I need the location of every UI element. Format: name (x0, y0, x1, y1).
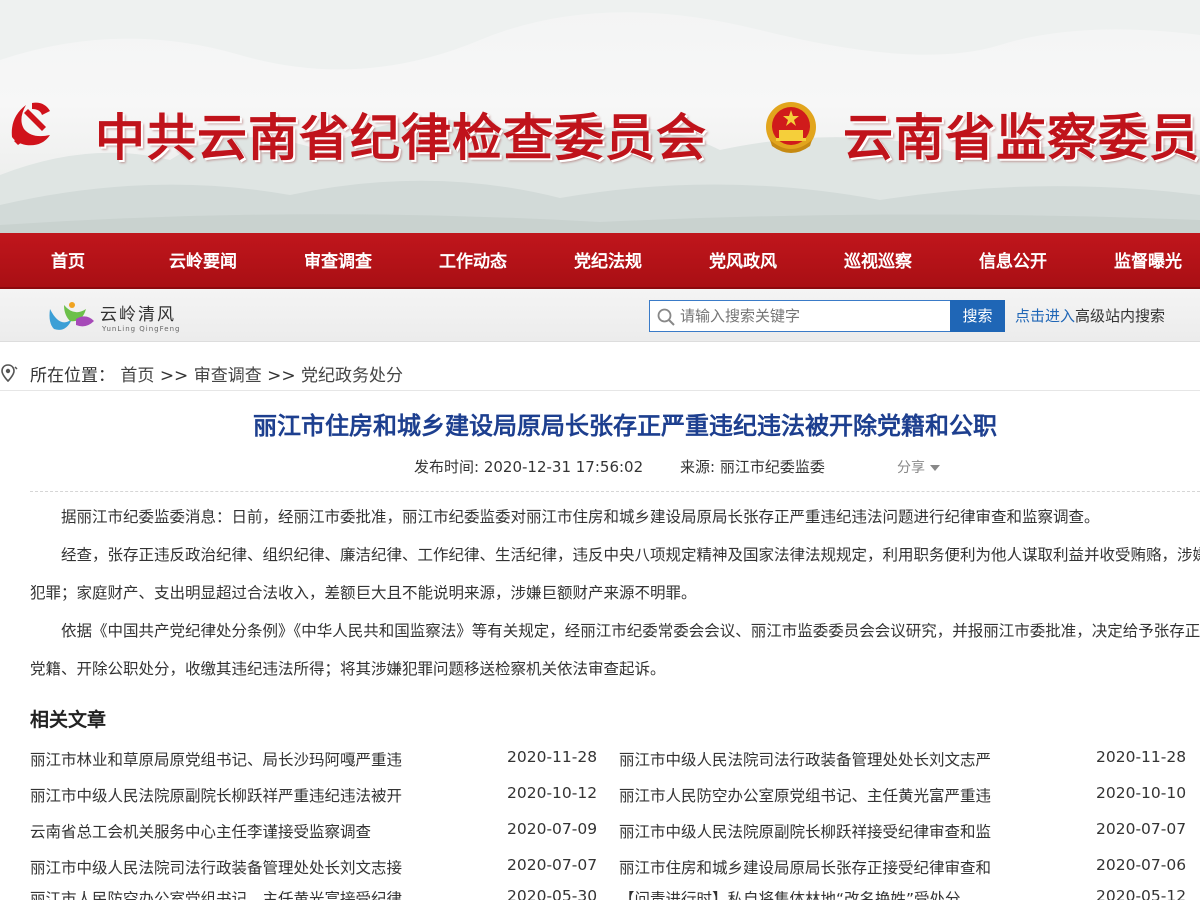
related-item-date: 2020-07-07 (507, 856, 598, 874)
related-item-title[interactable]: 丽江市中级人民法院司法行政装备管理处处长刘文志接 (30, 856, 430, 878)
related-item-date: 2020-10-10 (1096, 784, 1187, 802)
nav-item-info-disclosure[interactable]: 信息公开 (953, 233, 1073, 289)
article-paragraph: 依据《中国共产党纪律处分条例》《中华人民共和国监察法》等有关规定，经丽江市纪委常… (30, 622, 1200, 678)
breadcrumb-discipline[interactable]: 党纪政务处分 (301, 366, 403, 386)
related-item: 丽江市中级人民法院原副院长柳跃祥严重违纪违法被开 2020-10-12 (30, 784, 600, 820)
search-input[interactable] (680, 302, 948, 330)
related-item-date: 2020-07-09 (507, 820, 598, 838)
publish-time: 发布时间: 2020-12-31 17:56:02 (414, 458, 644, 476)
related-item: 【问责进行时】私自将集体林地“改名换姓”受处分 2020-05-12 (619, 887, 1200, 900)
related-item-date: 2020-07-07 (1096, 820, 1187, 838)
advanced-search-label: 高级站内搜索 (1075, 307, 1166, 325)
related-item-date: 2020-07-06 (1096, 856, 1187, 874)
breadcrumb-trail: 所在位置： 首页 >> 审查调查 >> 党纪政务处分 (30, 361, 403, 386)
nav-item-yunling-news[interactable]: 云岭要闻 (143, 233, 263, 289)
breadcrumb-separator: >> (267, 366, 296, 386)
search-button[interactable]: 搜索 (950, 300, 1005, 332)
advanced-search: 点击进入高级站内搜索 (1015, 305, 1165, 326)
related-item-date: 2020-05-12 (1096, 887, 1187, 900)
nav-item-conduct[interactable]: 党风政风 (683, 233, 803, 289)
breadcrumb-label: 所在位置： (30, 366, 115, 386)
party-emblem-icon (11, 102, 50, 146)
nav-item-investigation[interactable]: 审查调查 (278, 233, 398, 289)
nav-item-exposure[interactable]: 监督曝光 (1088, 233, 1200, 289)
article-source: 来源: 丽江市纪委监委 (680, 458, 825, 476)
related-item-date: 2020-11-28 (1096, 748, 1187, 766)
logo-mark-icon (49, 302, 94, 330)
header-banner: 中共云南省纪律检查委员会 云南省监察委员会 (0, 0, 1200, 233)
related-item-title[interactable]: 丽江市人民防空办公室党组书记、主任黄光富接受纪律 (30, 887, 430, 900)
related-item-date: 2020-10-12 (507, 784, 598, 802)
logo-text: 云岭清风 (100, 305, 176, 325)
article-title: 丽江市住房和城乡建设局原局长张存正严重违纪违法被开除党籍和公职 (253, 412, 997, 440)
related-item: 丽江市人民防空办公室党组书记、主任黄光富接受纪律 2020-05-30 (30, 887, 600, 900)
related-item-title[interactable]: 云南省总工会机关服务中心主任李谨接受监察调查 (30, 820, 430, 842)
breadcrumb-investigation[interactable]: 审查调查 (194, 366, 262, 386)
breadcrumb: 所在位置： 首页 >> 审查调查 >> 党纪政务处分 (0, 355, 1200, 391)
breadcrumb-home[interactable]: 首页 (120, 366, 154, 386)
related-item: 丽江市中级人民法院司法行政装备管理处处长刘文志严 2020-11-28 (619, 748, 1200, 784)
related-item: 丽江市林业和草原局原党组书记、局长沙玛阿嘎严重违 2020-11-28 (30, 748, 600, 784)
advanced-search-link[interactable]: 点击进入 (1015, 307, 1075, 325)
related-item-title[interactable]: 【问责进行时】私自将集体林地“改名换姓”受处分 (619, 887, 1019, 900)
main-nav: 首页 云岭要闻 审查调查 工作动态 党纪法规 党风政风 巡视巡察 信息公开 监督… (0, 233, 1200, 289)
related-item: 云南省总工会机关服务中心主任李谨接受监察调查 2020-07-09 (30, 820, 600, 856)
title-divider (30, 491, 1200, 492)
related-item: 丽江市人民防空办公室原党组书记、主任黄光富严重违 2020-10-10 (619, 784, 1200, 820)
share-button[interactable]: 分享 (897, 457, 940, 477)
national-emblem-icon (766, 102, 816, 153)
related-item-date: 2020-05-30 (507, 887, 598, 900)
related-item: 丽江市中级人民法院原副院长柳跃祥接受纪律审查和监 2020-07-07 (619, 820, 1200, 856)
logo-subtext: YunLing QingFeng (102, 325, 181, 333)
search-box (649, 300, 951, 332)
search-bar: 云岭清风 YunLing QingFeng 搜索 点击进入高级站内搜索 (0, 289, 1200, 342)
related-item-date: 2020-11-28 (507, 748, 598, 766)
nav-item-inspection[interactable]: 巡视巡察 (818, 233, 938, 289)
search-icon (657, 308, 675, 326)
related-item-title[interactable]: 丽江市中级人民法院原副院长柳跃祥严重违纪违法被开 (30, 784, 430, 806)
chevron-down-icon (930, 465, 940, 471)
related-heading: 相关文章 (30, 709, 107, 731)
banner-title-party: 中共云南省纪律检查委员会 (95, 108, 707, 167)
related-item-title[interactable]: 丽江市中级人民法院司法行政装备管理处处长刘文志严 (619, 748, 1019, 770)
related-item-title[interactable]: 丽江市住房和城乡建设局原局长张存正接受纪律审查和 (619, 856, 1019, 878)
breadcrumb-separator: >> (159, 366, 189, 386)
location-pin-icon (1, 364, 18, 382)
related-item-title[interactable]: 丽江市人民防空办公室原党组书记、主任黄光富严重违 (619, 784, 1019, 806)
article-paragraph: 经查，张存正违反政治纪律、组织纪律、廉洁纪律、工作纪律、生活纪律，违反中央八项规… (30, 546, 1200, 602)
related-item-title[interactable]: 丽江市中级人民法院原副院长柳跃祥接受纪律审查和监 (619, 820, 1019, 842)
share-label: 分享 (897, 460, 925, 476)
site-logo[interactable]: 云岭清风 YunLing QingFeng (46, 297, 196, 337)
banner-title-supervision: 云南省监察委员会 (843, 108, 1200, 167)
nav-item-work-updates[interactable]: 工作动态 (413, 233, 533, 289)
nav-item-party-regulations[interactable]: 党纪法规 (548, 233, 668, 289)
related-item-title[interactable]: 丽江市林业和草原局原党组书记、局长沙玛阿嘎严重违 (30, 748, 430, 770)
nav-item-home[interactable]: 首页 (8, 233, 128, 289)
article-paragraph: 据丽江市纪委监委消息：日前，经丽江市委批准，丽江市纪委监委对丽江市住房和城乡建设… (61, 508, 1100, 526)
